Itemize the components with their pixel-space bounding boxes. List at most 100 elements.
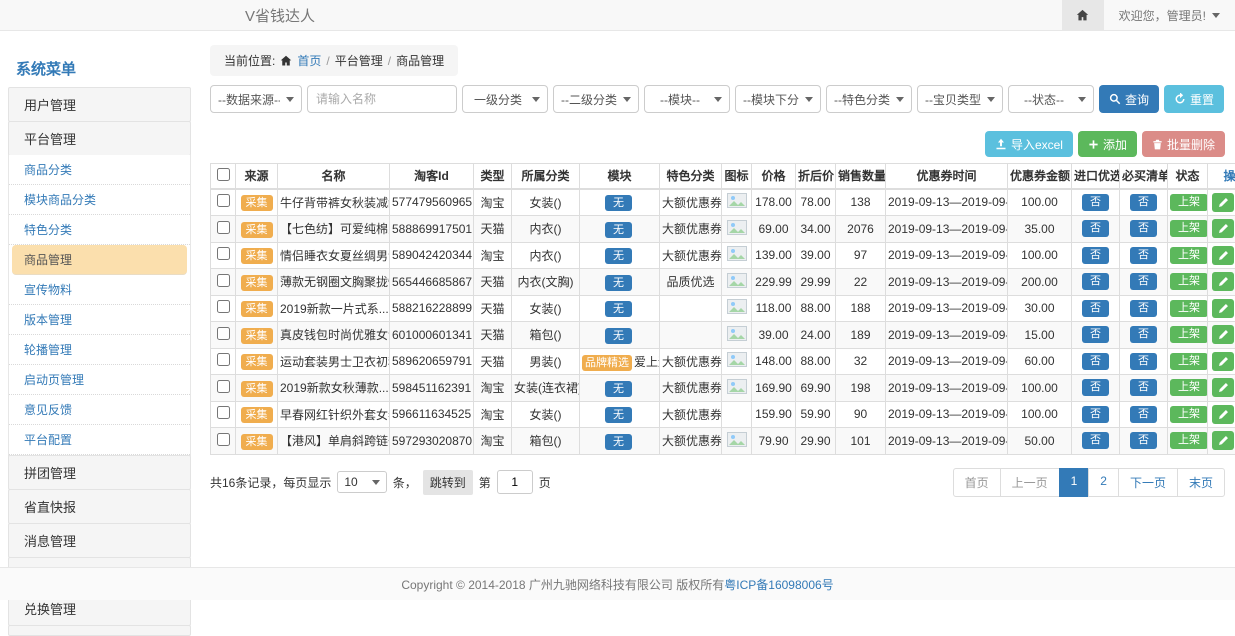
button-label: 添加 <box>1103 136 1127 153</box>
pager-button[interactable]: 首页 <box>953 468 1001 497</box>
data-source-select[interactable]: --数据来源-- <box>210 85 302 113</box>
import-select-toggle[interactable]: 否 <box>1082 194 1109 211</box>
sidebar-item[interactable]: 宣传物料 <box>9 275 190 305</box>
sidebar-section[interactable]: 用户管理 <box>8 87 191 122</box>
sidebar-section[interactable]: 省直快报 <box>8 489 191 524</box>
status-toggle[interactable]: 上架 <box>1170 273 1208 290</box>
pager-button[interactable]: 下一页 <box>1118 468 1178 497</box>
sidebar-item[interactable]: 特色分类 <box>9 215 190 245</box>
row-checkbox[interactable] <box>217 380 230 393</box>
filter-select[interactable]: 一级分类 <box>462 85 548 113</box>
must-buy-toggle[interactable]: 否 <box>1130 273 1157 290</box>
filter-select[interactable]: --宝贝类型-- <box>917 85 1003 113</box>
edit-button[interactable] <box>1212 299 1234 318</box>
batch-delete-button[interactable]: 批量删除 <box>1142 131 1225 157</box>
must-buy-toggle[interactable]: 否 <box>1130 326 1157 343</box>
must-buy-toggle[interactable]: 否 <box>1130 432 1157 449</box>
edit-button[interactable] <box>1212 405 1234 424</box>
icp-link[interactable]: 粤ICP备16098006号 <box>724 576 833 593</box>
sidebar-item[interactable]: 商品分类 <box>9 155 190 185</box>
sidebar-item[interactable]: 模块商品分类 <box>9 185 190 215</box>
edit-button[interactable] <box>1212 325 1234 344</box>
row-checkbox[interactable] <box>217 327 230 340</box>
status-toggle[interactable]: 上架 <box>1170 247 1208 264</box>
row-checkbox[interactable] <box>217 406 230 419</box>
row-checkbox[interactable] <box>217 247 230 260</box>
sidebar-section[interactable]: 消息管理 <box>8 523 191 558</box>
filter-select[interactable]: --模块-- <box>644 85 730 113</box>
pager-button[interactable]: 上一页 <box>1000 468 1060 497</box>
must-buy-toggle[interactable]: 否 <box>1130 300 1157 317</box>
row-checkbox[interactable] <box>217 433 230 446</box>
status-toggle[interactable]: 上架 <box>1170 406 1208 423</box>
import-select-toggle[interactable]: 否 <box>1082 326 1109 343</box>
row-checkbox[interactable] <box>217 274 230 287</box>
status-toggle[interactable]: 上架 <box>1170 194 1208 211</box>
source-badge: 采集 <box>241 328 273 344</box>
import-select-toggle[interactable]: 否 <box>1082 300 1109 317</box>
cell-must-buy: 否 <box>1120 242 1168 269</box>
filter-select[interactable]: --特色分类-- <box>826 85 912 113</box>
sidebar-item[interactable]: 平台配置 <box>9 425 190 455</box>
status-toggle[interactable]: 上架 <box>1170 353 1208 370</box>
per-page-select[interactable]: 10 <box>337 471 386 493</box>
name-search-input[interactable] <box>307 85 457 113</box>
must-buy-toggle[interactable]: 否 <box>1130 220 1157 237</box>
import-select-toggle[interactable]: 否 <box>1082 432 1109 449</box>
must-buy-toggle[interactable]: 否 <box>1130 406 1157 423</box>
import-select-toggle[interactable]: 否 <box>1082 406 1109 423</box>
row-checkbox[interactable] <box>217 300 230 313</box>
select-all-checkbox[interactable] <box>217 168 230 181</box>
pager-button[interactable]: 末页 <box>1177 468 1225 497</box>
sidebar-item[interactable]: 商品管理 <box>12 245 187 275</box>
sidebar-section[interactable]: 拼团管理 <box>8 455 191 490</box>
must-buy-toggle[interactable]: 否 <box>1130 247 1157 264</box>
must-buy-toggle[interactable]: 否 <box>1130 379 1157 396</box>
sidebar-item[interactable]: 版本管理 <box>9 305 190 335</box>
edit-button[interactable] <box>1212 378 1234 397</box>
import-select-toggle[interactable]: 否 <box>1082 353 1109 370</box>
import-select-toggle[interactable]: 否 <box>1082 379 1109 396</box>
status-toggle[interactable]: 上架 <box>1170 379 1208 396</box>
breadcrumb-home-link[interactable]: 首页 <box>297 52 321 69</box>
status-toggle[interactable]: 上架 <box>1170 432 1208 449</box>
import-select-toggle[interactable]: 否 <box>1082 220 1109 237</box>
reset-button[interactable]: 重置 <box>1164 85 1224 113</box>
cell-source: 采集 <box>236 189 278 216</box>
status-toggle[interactable]: 上架 <box>1170 220 1208 237</box>
import-excel-button[interactable]: 导入excel <box>985 131 1073 157</box>
pager-button[interactable]: 1 <box>1059 468 1090 497</box>
home-button[interactable] <box>1062 0 1104 30</box>
sidebar-item[interactable]: 启动页管理 <box>9 365 190 395</box>
filter-select[interactable]: --二级分类-- <box>553 85 639 113</box>
edit-button[interactable] <box>1212 272 1234 291</box>
edit-icon <box>1218 435 1229 446</box>
import-select-toggle[interactable]: 否 <box>1082 247 1109 264</box>
status-toggle[interactable]: 上架 <box>1170 326 1208 343</box>
sidebar-item[interactable]: 轮播管理 <box>9 335 190 365</box>
filter-select[interactable]: --状态-- <box>1008 85 1094 113</box>
row-checkbox[interactable] <box>217 194 230 207</box>
sidebar-item[interactable]: 意见反馈 <box>9 395 190 425</box>
must-buy-toggle[interactable]: 否 <box>1130 194 1157 211</box>
table-row: 采集 【港风】单肩斜跨链条... 597293020870 淘宝 箱包() 无 … <box>211 428 1235 455</box>
import-select-toggle[interactable]: 否 <box>1082 273 1109 290</box>
status-toggle[interactable]: 上架 <box>1170 300 1208 317</box>
row-checkbox[interactable] <box>217 221 230 234</box>
edit-button[interactable] <box>1212 219 1234 238</box>
add-button[interactable]: 添加 <box>1078 131 1137 157</box>
page-number-input[interactable] <box>497 470 533 494</box>
user-menu[interactable]: 欢迎您，管理员! <box>1104 0 1235 30</box>
pager-button[interactable]: 2 <box>1088 468 1119 497</box>
must-buy-toggle[interactable]: 否 <box>1130 353 1157 370</box>
sidebar-section[interactable]: 平台管理 <box>8 121 191 156</box>
filter-select[interactable]: --模块下分类-- <box>735 85 821 113</box>
edit-button[interactable] <box>1212 431 1234 450</box>
sidebar-section[interactable] <box>8 625 191 636</box>
edit-button[interactable] <box>1212 246 1234 265</box>
row-checkbox[interactable] <box>217 353 230 366</box>
query-button[interactable]: 查询 <box>1099 85 1159 113</box>
edit-button[interactable] <box>1212 352 1234 371</box>
brand-title[interactable]: V省钱达人 <box>245 5 315 26</box>
edit-button[interactable] <box>1212 193 1234 212</box>
